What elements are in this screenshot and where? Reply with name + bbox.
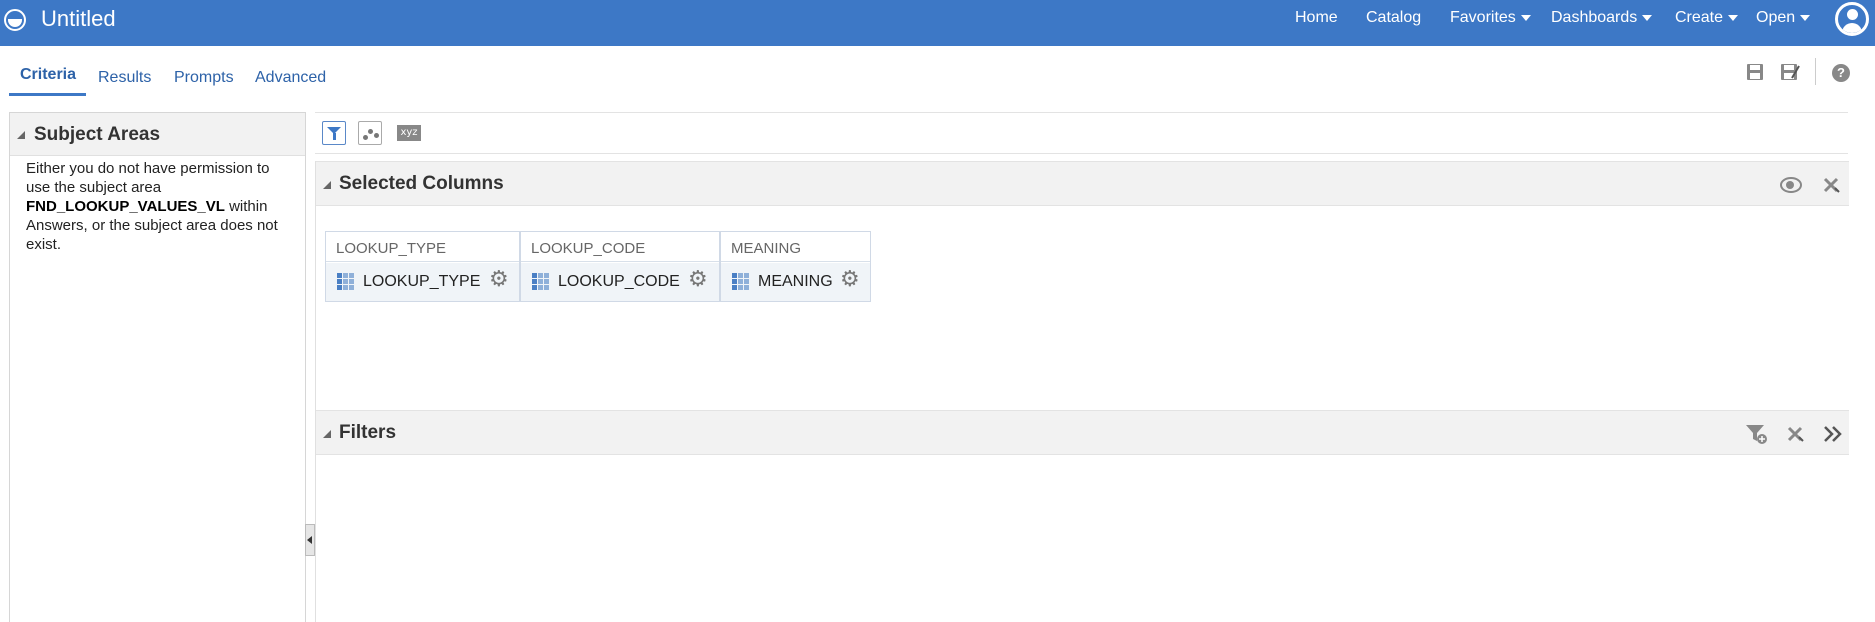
column-name: MEANING [758, 273, 833, 290]
column-grid-icon [732, 273, 749, 290]
add-filter-icon[interactable] [1744, 423, 1768, 445]
filters-section: Filters [315, 410, 1849, 622]
nav-favorites-label: Favorites [1450, 9, 1516, 26]
nav-home[interactable]: Home [1295, 9, 1338, 27]
column-item[interactable]: LOOKUP_CODE ⚙ [521, 263, 719, 301]
nav-create[interactable]: Create [1675, 9, 1739, 27]
nav-open-label: Open [1756, 9, 1796, 26]
nav-create-label: Create [1675, 9, 1724, 26]
criteria-toolbar: xyz [315, 112, 1848, 154]
tab-advanced[interactable]: Advanced [255, 69, 326, 87]
selected-columns-header: Selected Columns [316, 161, 1849, 206]
save-icon[interactable] [1745, 62, 1765, 82]
chevron-down-icon [1728, 14, 1739, 21]
column-grid-icon [337, 273, 354, 290]
oracle-logo-icon[interactable] [4, 9, 26, 31]
gear-icon[interactable]: ⚙ [840, 269, 862, 291]
collapse-triangle-icon[interactable] [17, 131, 25, 139]
chevron-down-icon [1642, 14, 1653, 21]
column-header: LOOKUP_CODE [521, 232, 719, 262]
show-hide-eye-icon[interactable] [1779, 176, 1803, 194]
column-properties-button[interactable] [358, 121, 382, 145]
column-grid-icon [532, 273, 549, 290]
nav-favorites[interactable]: Favorites [1450, 9, 1531, 27]
column-item[interactable]: LOOKUP_TYPE ⚙ [326, 263, 519, 301]
column-name: LOOKUP_TYPE [363, 273, 481, 290]
subject-area-name: FND_LOOKUP_VALUES_VL [26, 198, 225, 215]
column-item[interactable]: MEANING ⚙ [721, 263, 870, 301]
filter-toggle-button[interactable] [322, 121, 346, 145]
nav-open[interactable]: Open [1756, 9, 1811, 27]
help-icon[interactable]: ? [1832, 64, 1850, 82]
nav-dashboards-label: Dashboards [1551, 9, 1638, 26]
column-name: LOOKUP_CODE [558, 273, 680, 290]
permission-message: Either you do not have permission to use… [26, 159, 296, 254]
save-as-icon[interactable] [1779, 62, 1801, 82]
page-title: Untitled [41, 6, 116, 31]
collapse-triangle-icon[interactable] [323, 181, 331, 189]
permission-message-prefix: Either you do not have permission to use… [26, 160, 270, 196]
subject-areas-panel: Subject Areas Either you do not have per… [9, 112, 306, 622]
double-chevron-right-icon[interactable] [1822, 424, 1844, 444]
tab-criteria[interactable]: Criteria [20, 66, 76, 84]
column-card[interactable]: LOOKUP_TYPE LOOKUP_TYPE ⚙ [325, 231, 520, 302]
chevron-down-icon [1520, 14, 1531, 21]
column-card[interactable]: MEANING MEANING ⚙ [720, 231, 871, 302]
remove-all-columns-icon[interactable] [1821, 175, 1841, 195]
toolbar-separator [1815, 58, 1816, 85]
filters-title: Filters [339, 422, 397, 443]
filters-header: Filters [316, 410, 1849, 455]
gear-icon[interactable]: ⚙ [688, 269, 710, 291]
selected-columns-title: Selected Columns [339, 173, 504, 194]
column-card[interactable]: LOOKUP_CODE LOOKUP_CODE ⚙ [520, 231, 720, 302]
remove-all-filters-icon[interactable] [1785, 424, 1805, 444]
column-header: MEANING [721, 232, 870, 262]
nav-catalog[interactable]: Catalog [1366, 9, 1421, 27]
chevron-down-icon [1800, 14, 1811, 21]
nav-dashboards[interactable]: Dashboards [1551, 9, 1653, 27]
column-header: LOOKUP_TYPE [326, 232, 519, 262]
user-avatar-icon[interactable] [1835, 2, 1869, 36]
subject-areas-header: Subject Areas [10, 113, 305, 156]
active-tab-indicator [9, 93, 86, 96]
collapse-triangle-icon[interactable] [323, 430, 331, 438]
gear-icon[interactable]: ⚙ [489, 269, 511, 291]
panel-collapse-handle[interactable] [305, 524, 315, 556]
xyz-button[interactable]: xyz [397, 125, 421, 141]
top-bar: Untitled Home Catalog Favorites Dashboar… [0, 0, 1875, 46]
tab-prompts[interactable]: Prompts [174, 69, 234, 87]
subject-areas-title: Subject Areas [34, 124, 161, 145]
tab-results[interactable]: Results [98, 69, 151, 87]
